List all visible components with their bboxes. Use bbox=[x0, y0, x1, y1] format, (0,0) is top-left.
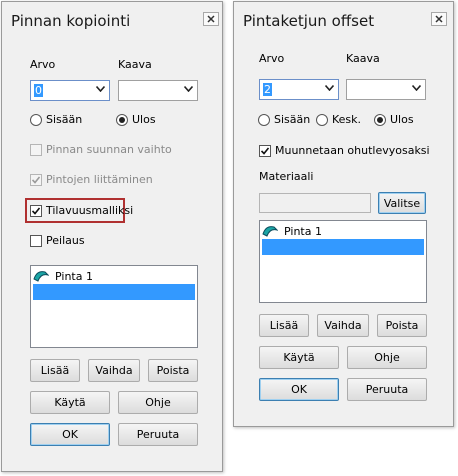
checkbox-label: Pinnan suunnan vaihto bbox=[46, 143, 172, 156]
chevron-down-icon bbox=[184, 86, 193, 92]
radio-label: Ulos bbox=[390, 113, 414, 126]
cancel-button[interactable]: Peruuta bbox=[347, 378, 427, 401]
formula-combo-text bbox=[350, 83, 352, 96]
radio-label: Kesk. bbox=[332, 113, 362, 126]
add-button[interactable]: Lisää bbox=[259, 314, 309, 337]
surface-list[interactable]: Pinta 1 bbox=[259, 220, 427, 303]
radio-inside[interactable]: Sisään bbox=[30, 113, 82, 126]
radio-circle bbox=[374, 113, 386, 126]
checkbox-join-surfaces[interactable]: Pintojen liittäminen bbox=[30, 173, 153, 186]
list-item[interactable]: Pinta 1 bbox=[33, 268, 93, 284]
checkbox-solid-model[interactable]: Tilavuusmalliksi bbox=[30, 204, 133, 217]
ok-button[interactable]: OK bbox=[30, 423, 110, 446]
dialog-title: Pinnan kopiointi bbox=[11, 12, 131, 30]
material-field[interactable] bbox=[259, 193, 371, 213]
add-button[interactable]: Lisää bbox=[30, 359, 80, 382]
surface-icon bbox=[33, 271, 49, 282]
radio-label: Sisään bbox=[46, 113, 83, 126]
formula-label: Kaava bbox=[118, 58, 152, 71]
apply-button[interactable]: Käytä bbox=[30, 391, 110, 414]
delete-button[interactable]: Poista bbox=[148, 359, 198, 382]
list-item[interactable]: Pinta 1 bbox=[262, 223, 322, 239]
list-item-label: Pinta 1 bbox=[284, 224, 322, 238]
radio-circle bbox=[316, 113, 328, 126]
checkbox-box bbox=[30, 173, 42, 186]
checkmark-icon bbox=[32, 206, 40, 215]
close-icon bbox=[435, 15, 443, 23]
close-button[interactable] bbox=[431, 12, 447, 26]
value-label: Arvo bbox=[259, 52, 285, 65]
checkbox-box bbox=[30, 234, 42, 247]
checkbox-convert-sheet-metal[interactable]: Muunnetaan ohutlevyosaksi bbox=[259, 144, 430, 157]
value-combo-text: 0 bbox=[34, 84, 43, 97]
formula-combo[interactable] bbox=[346, 79, 426, 100]
radio-circle bbox=[116, 113, 128, 126]
close-icon bbox=[207, 15, 215, 23]
radio-outside[interactable]: Ulos bbox=[116, 113, 156, 126]
list-selected-row[interactable] bbox=[33, 284, 195, 300]
checkbox-label: Pintojen liittäminen bbox=[46, 173, 153, 186]
radio-label: Sisään bbox=[274, 113, 311, 126]
delete-button[interactable]: Poista bbox=[377, 314, 427, 337]
formula-combo[interactable] bbox=[118, 80, 198, 101]
surface-chain-offset-dialog: Pintaketjun offset Arvo Kaava 2 Sisään K… bbox=[233, 1, 454, 427]
checkbox-box bbox=[30, 143, 42, 156]
chevron-down-icon bbox=[412, 85, 421, 91]
apply-button[interactable]: Käytä bbox=[259, 346, 339, 369]
checkbox-flip-direction[interactable]: Pinnan suunnan vaihto bbox=[30, 143, 172, 156]
checkmark-icon bbox=[261, 146, 269, 155]
value-combo-text: 2 bbox=[263, 83, 272, 96]
change-button[interactable]: Vaihda bbox=[317, 314, 369, 337]
help-button[interactable]: Ohje bbox=[118, 391, 198, 414]
surface-icon bbox=[262, 226, 278, 237]
formula-label: Kaava bbox=[346, 52, 380, 65]
chevron-down-icon bbox=[325, 85, 334, 91]
surface-copy-dialog: Pinnan kopiointi Arvo Kaava 0 Sisään Ulo… bbox=[1, 1, 223, 472]
value-label: Arvo bbox=[30, 58, 56, 71]
radio-circle bbox=[30, 113, 42, 126]
select-material-button[interactable]: Valitse bbox=[378, 192, 426, 214]
radio-middle[interactable]: Kesk. bbox=[316, 113, 361, 126]
radio-outside[interactable]: Ulos bbox=[374, 113, 414, 126]
ok-button[interactable]: OK bbox=[259, 378, 339, 401]
checkbox-box bbox=[259, 144, 271, 157]
chevron-down-icon bbox=[96, 86, 105, 92]
radio-inside[interactable]: Sisään bbox=[258, 113, 310, 126]
radio-circle bbox=[258, 113, 270, 126]
material-label: Materiaali bbox=[259, 170, 314, 183]
dialog-title: Pintaketjun offset bbox=[243, 12, 375, 30]
checkbox-label: Tilavuusmalliksi bbox=[46, 204, 134, 217]
radio-label: Ulos bbox=[132, 113, 156, 126]
checkbox-label: Peilaus bbox=[46, 234, 85, 247]
help-button[interactable]: Ohje bbox=[347, 346, 427, 369]
checkbox-label: Muunnetaan ohutlevyosaksi bbox=[275, 144, 430, 157]
formula-combo-text bbox=[122, 84, 124, 97]
value-combo[interactable]: 2 bbox=[259, 79, 339, 100]
checkbox-box bbox=[30, 204, 42, 217]
close-button[interactable] bbox=[203, 12, 219, 26]
checkbox-mirror[interactable]: Peilaus bbox=[30, 234, 85, 247]
cancel-button[interactable]: Peruuta bbox=[118, 423, 198, 446]
list-item-label: Pinta 1 bbox=[55, 269, 93, 283]
checkmark-icon bbox=[32, 175, 40, 184]
surface-list[interactable]: Pinta 1 bbox=[30, 265, 198, 348]
value-combo[interactable]: 0 bbox=[30, 80, 110, 101]
list-selected-row[interactable] bbox=[262, 239, 424, 255]
change-button[interactable]: Vaihda bbox=[88, 359, 140, 382]
